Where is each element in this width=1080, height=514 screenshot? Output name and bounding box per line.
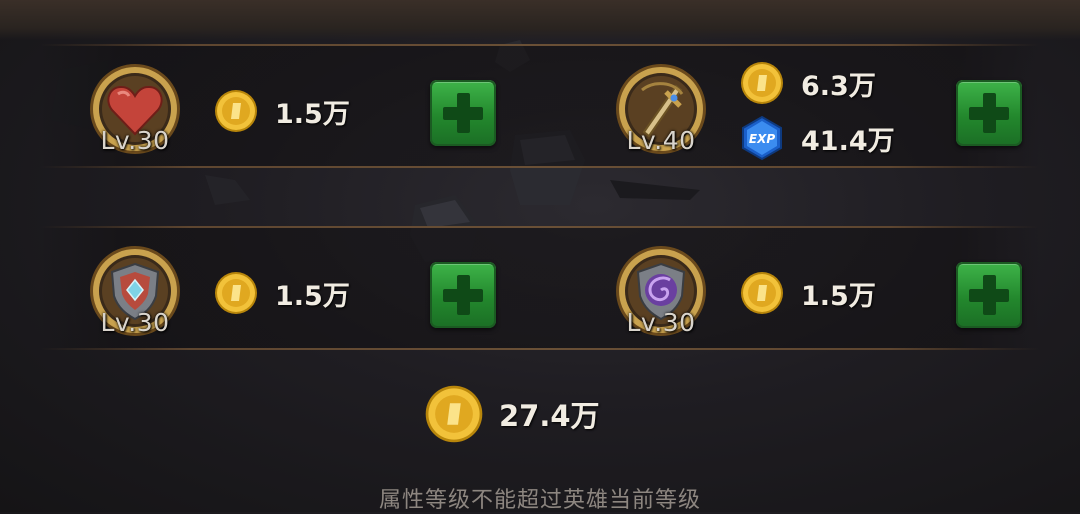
coin-cost: 1.5万: [213, 88, 350, 134]
coin-cost-value: 1.5万: [801, 280, 876, 312]
level-label: Lv.30: [100, 308, 170, 337]
upgrade-slot-heart: Lv.30 1.5万: [40, 48, 540, 172]
exp-crystal-icon: EXP: [742, 115, 782, 161]
level-limit-notice: 属性等级不能超过英雄当前等级: [378, 488, 701, 513]
upgrade-shield-swirl-button[interactable]: [956, 262, 1022, 328]
svg-text:EXP: EXP: [749, 132, 775, 146]
upgrade-sword-button[interactable]: [956, 80, 1022, 146]
gold-coin-icon: [741, 272, 783, 314]
coin-cost-value: 1.5万: [275, 280, 350, 312]
gold-coin-icon: [215, 90, 257, 132]
upgrade-heart-button[interactable]: [430, 80, 496, 146]
gold-coin-icon: [425, 385, 483, 443]
total-cost-value: 27.4万: [499, 399, 600, 433]
upgrade-slot-sword: Lv.40 6.3万 EXP 41.4万: [566, 48, 1066, 172]
exp-cost-value: 41.4万: [801, 125, 895, 157]
upgrade-slot-shield-gem: Lv.30 1.5万: [40, 230, 540, 354]
coin-cost: 6.3万: [739, 60, 876, 106]
level-label: Lv.30: [626, 308, 696, 337]
level-label: Lv.30: [100, 126, 170, 155]
gold-coin-icon: [741, 62, 783, 104]
level-label: Lv.40: [626, 126, 696, 155]
upgrade-slot-shield-swirl: Lv.30 1.5万: [566, 230, 1066, 354]
exp-cost: EXP 41.4万: [739, 115, 895, 161]
coin-cost-value: 6.3万: [801, 70, 876, 102]
total-cost: 27.4万: [423, 383, 600, 445]
upgrade-shield-gem-button[interactable]: [430, 262, 496, 328]
coin-cost: 1.5万: [739, 270, 876, 316]
gold-coin-icon: [215, 272, 257, 314]
coin-cost: 1.5万: [213, 270, 350, 316]
coin-cost-value: 1.5万: [275, 98, 350, 130]
